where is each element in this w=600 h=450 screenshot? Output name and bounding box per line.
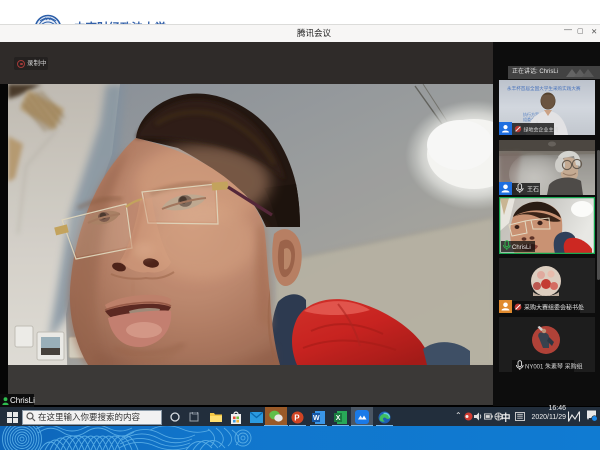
svg-text:P: P — [294, 413, 300, 422]
svg-text:绿地会企业主持: 绿地会企业主持 — [524, 126, 559, 133]
svg-text:X: X — [336, 415, 341, 422]
svg-text:W: W — [313, 415, 320, 422]
svg-text:采购大赛组委会秘书处: 采购大赛组委会秘书处 — [524, 304, 584, 312]
svg-text:永丰杯首届全国大学生采购实践大赛: 永丰杯首届全国大学生采购实践大赛 — [507, 85, 581, 92]
svg-text:王石: 王石 — [527, 187, 539, 194]
svg-text:ChrisLi: ChrisLi — [512, 245, 531, 251]
svg-text:NY001 朱素琴 采购组: NY001 朱素琴 采购组 — [525, 363, 583, 371]
